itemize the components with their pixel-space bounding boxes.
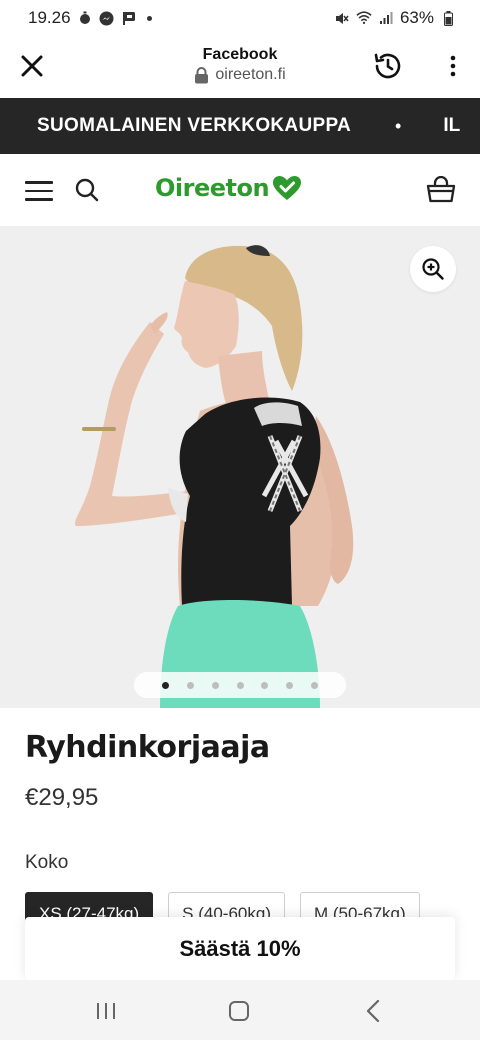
lock-icon [195,66,209,83]
zoom-in-icon [422,258,444,280]
announcement-separator: • [395,115,402,136]
logo-text: Oireeton [155,174,270,202]
history-button[interactable] [372,50,404,82]
hamburger-icon [25,181,53,201]
browser-menu-button[interactable] [448,54,458,78]
home-button[interactable] [229,1001,249,1021]
recent-apps-icon [97,1003,115,1019]
menu-button[interactable] [25,181,53,201]
announcement-text: SUOMALAINEN VERKKOKAUPPA [37,115,352,136]
product-image-gallery[interactable] [0,226,480,708]
recent-apps-button[interactable] [96,1002,116,1020]
product-price: €29,95 [25,784,99,811]
gallery-dot[interactable] [161,681,169,689]
shop-logo[interactable]: Oireeton [155,174,302,202]
back-chevron-icon [366,999,380,1023]
gallery-dot[interactable] [211,681,219,689]
more-notifications-dot [146,15,152,21]
more-vertical-icon [450,55,456,77]
browser-title-block: Facebook oireeton.fi [0,46,480,89]
search-button[interactable] [74,177,100,203]
status-right: 63% [334,8,456,28]
gallery-dot[interactable] [286,681,294,689]
product-photo [75,245,354,708]
status-time: 19.26 [28,8,71,27]
gallery-dot[interactable] [186,681,194,689]
battery-percent: 63% [399,8,434,27]
flag-notification-icon [121,10,137,26]
gallery-pagination [134,672,346,698]
gallery-dot[interactable] [261,681,269,689]
heart-check-icon [273,176,302,200]
mute-icon [334,10,350,26]
status-bar: 19.26 63% [0,0,480,36]
cart-button[interactable] [426,175,456,204]
announcement-next-text: IL [443,115,461,136]
status-left: 19.26 [28,8,152,28]
discount-banner-button[interactable]: Säästä 10% [25,917,455,980]
messenger-icon [99,10,115,26]
browser-url: oireeton.fi [215,66,286,83]
gallery-dot[interactable] [311,681,319,689]
system-navigation-bar [0,980,480,1040]
basket-icon [426,175,456,203]
announcement-bar: SUOMALAINEN VERKKOKAUPPA • IL [0,98,480,154]
history-icon [374,53,401,79]
product-title: Ryhdinkorjaaja [25,730,270,765]
wifi-icon [356,10,372,26]
back-button[interactable] [366,999,380,1023]
zoom-button[interactable] [410,246,456,292]
stopwatch-icon [77,10,93,26]
gallery-dot[interactable] [236,681,244,689]
size-label: Koko [25,852,69,873]
browser-url-row: oireeton.fi [194,66,286,84]
shop-header: Oireeton [0,154,480,226]
battery-icon [440,10,456,26]
browser-title: Facebook [202,46,278,63]
signal-icon [378,10,394,26]
in-app-browser-bar: Facebook oireeton.fi [0,36,480,98]
search-icon [75,178,99,202]
